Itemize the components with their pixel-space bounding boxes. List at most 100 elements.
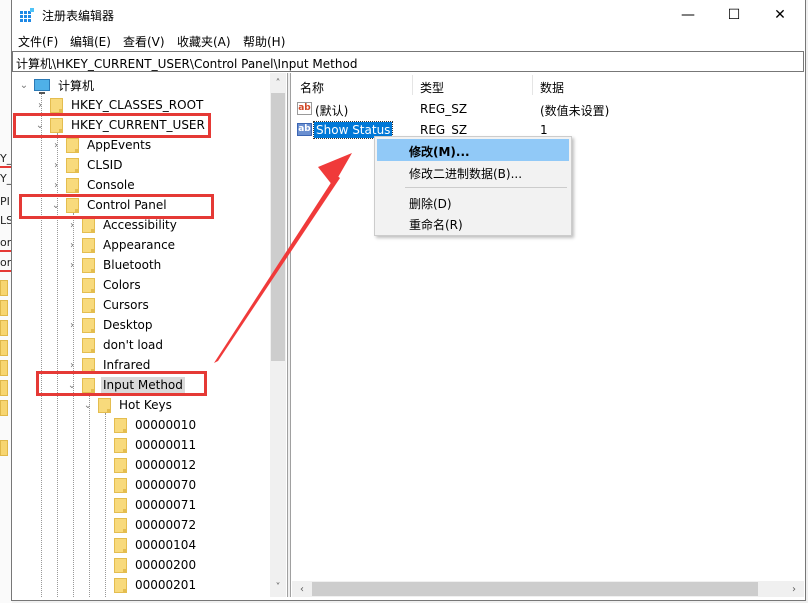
title-bar[interactable]: 注册表编辑器 — ☐ ✕: [12, 0, 805, 30]
chevron-right-icon[interactable]: ›: [34, 100, 46, 111]
folder-icon: [50, 97, 63, 113]
tree-node-hotkey[interactable]: 00000104: [98, 535, 198, 555]
tree-node-hkey-classes-root[interactable]: › HKEY_CLASSES_ROOT: [34, 95, 205, 115]
tree-node-console[interactable]: › Console: [50, 175, 137, 195]
tree-node-hotkey[interactable]: 00000012: [98, 455, 198, 475]
chevron-right-icon[interactable]: ›: [66, 320, 78, 331]
context-menu-modify-binary[interactable]: 修改二进制数据(B)...: [377, 161, 569, 183]
column-separator[interactable]: [412, 75, 413, 95]
menu-help[interactable]: 帮助(H): [243, 33, 285, 50]
tree-node-label: Console: [87, 178, 135, 192]
pane-splitter[interactable]: [287, 73, 291, 597]
values-scrollbar-thumb[interactable]: [312, 582, 758, 596]
folder-icon: [66, 157, 79, 173]
values-horizontal-scrollbar[interactable]: ‹ ›: [292, 581, 804, 597]
chevron-right-icon[interactable]: ›: [50, 160, 62, 171]
tree-node-computer[interactable]: ⌄ 计算机: [18, 75, 96, 95]
tree-node-label: 00000011: [135, 438, 197, 452]
folder-icon: [66, 177, 79, 193]
tree-node-clsid[interactable]: › CLSID: [50, 155, 124, 175]
tree-node-label: AppEvents: [87, 138, 152, 152]
menu-item-label: 重命名(R): [409, 218, 463, 232]
tree-node-cursors[interactable]: Cursors: [66, 295, 151, 315]
folder-icon: [98, 397, 111, 413]
tree-node-hotkey[interactable]: 00000010: [98, 415, 198, 435]
tree-node-hotkey[interactable]: 00000200: [98, 555, 198, 575]
tree-node-label: CLSID: [87, 158, 123, 172]
menu-file[interactable]: 文件(F): [18, 33, 58, 50]
tree-node-label: Desktop: [103, 318, 153, 332]
column-header-data[interactable]: 数据: [540, 79, 564, 96]
menu-item-label: 修改(M)...: [409, 145, 470, 159]
menu-bar: 文件(F) 编辑(E) 查看(V) 收藏夹(A) 帮助(H): [12, 30, 805, 50]
tree-node-hotkey[interactable]: 00000071: [98, 495, 198, 515]
tree-node-hot-keys[interactable]: ⌄ Hot Keys: [82, 395, 174, 415]
scroll-down-icon[interactable]: ˅: [270, 579, 286, 595]
tree-node-hotkey[interactable]: 00000011: [98, 435, 198, 455]
close-button[interactable]: ✕: [757, 0, 803, 30]
scroll-left-icon[interactable]: ‹: [294, 581, 310, 597]
tree-node-label: Accessibility: [103, 218, 177, 232]
folder-icon: [114, 577, 127, 593]
folder-icon: [82, 317, 95, 333]
tree-pane: ⌄ 计算机 › HKEY_CLASSES_ROOT ⌄ HKEY_CURRENT…: [12, 73, 284, 597]
value-name: (默认): [315, 104, 349, 118]
maximize-button[interactable]: ☐: [711, 0, 757, 30]
column-header-name[interactable]: 名称: [300, 79, 324, 96]
tree-node-hotkey[interactable]: 00000201: [98, 575, 198, 595]
column-header-type[interactable]: 类型: [420, 79, 444, 96]
address-bar[interactable]: 计算机\HKEY_CURRENT_USER\Control Panel\Inpu…: [12, 51, 804, 72]
value-row-default[interactable]: ab (默认) REG_SZ (数值未设置): [292, 99, 792, 119]
bg-folder-icon: [0, 300, 8, 316]
value-data: 1: [540, 123, 548, 137]
tree-guide-line: [89, 393, 90, 597]
tree-node-dont-load[interactable]: don't load: [66, 335, 165, 355]
tree-node-hotkey[interactable]: 00000070: [98, 475, 198, 495]
tree-node-label: 00000071: [135, 498, 197, 512]
tree-node-appevents[interactable]: › AppEvents: [50, 135, 153, 155]
tree-node-label: don't load: [103, 338, 164, 352]
tree-node-label: Hot Keys: [119, 398, 172, 412]
chevron-right-icon[interactable]: ›: [50, 140, 62, 151]
tree-guide-line: [41, 93, 42, 597]
tree-node-colors[interactable]: Colors: [66, 275, 143, 295]
menu-edit[interactable]: 编辑(E): [70, 33, 111, 50]
chevron-right-icon[interactable]: ›: [50, 180, 62, 191]
context-menu-delete[interactable]: 删除(D): [377, 191, 569, 213]
menu-separator: [405, 187, 567, 188]
regedit-app-icon: [20, 8, 34, 22]
context-menu-rename[interactable]: 重命名(R): [377, 212, 569, 234]
tree-node-desktop[interactable]: › Desktop: [66, 315, 155, 335]
tree-node-bluetooth[interactable]: › Bluetooth: [66, 255, 163, 275]
folder-icon: [82, 277, 95, 293]
tree-node-label: 00000200: [135, 558, 197, 572]
chevron-down-icon[interactable]: ⌄: [82, 400, 94, 411]
menu-favorites[interactable]: 收藏夹(A): [177, 33, 231, 50]
menu-view[interactable]: 查看(V): [123, 33, 165, 50]
ab-string-icon: ab: [297, 102, 312, 115]
tree-node-hotkey[interactable]: 00000072: [98, 515, 198, 535]
chevron-right-icon[interactable]: ›: [66, 360, 78, 371]
folder-icon: [114, 457, 127, 473]
tree-vertical-scrollbar[interactable]: ˄ ˅: [270, 73, 286, 597]
column-separator[interactable]: [532, 75, 533, 95]
chevron-right-icon[interactable]: ›: [66, 220, 78, 231]
chevron-right-icon[interactable]: ›: [66, 260, 78, 271]
folder-icon: [82, 297, 95, 313]
minimize-button[interactable]: —: [665, 0, 711, 30]
bg-folder-icon: [0, 400, 8, 416]
menu-item-label: 修改二进制数据(B)...: [409, 167, 523, 181]
tree-node-appearance[interactable]: › Appearance: [66, 235, 177, 255]
bg-folder-icon: [0, 440, 8, 456]
tree-scrollbar-thumb[interactable]: [271, 93, 285, 361]
maximize-icon: ☐: [727, 7, 741, 23]
scroll-up-icon[interactable]: ˄: [270, 75, 286, 91]
window-title: 注册表编辑器: [42, 9, 115, 23]
context-menu-modify[interactable]: 修改(M)...: [377, 139, 569, 161]
folder-icon: [114, 417, 127, 433]
chevron-down-icon[interactable]: ⌄: [18, 80, 30, 91]
scroll-right-icon[interactable]: ›: [786, 581, 802, 597]
value-type: REG_SZ: [420, 123, 468, 137]
tree-node-label: HKEY_CLASSES_ROOT: [71, 98, 204, 112]
chevron-right-icon[interactable]: ›: [66, 240, 78, 251]
